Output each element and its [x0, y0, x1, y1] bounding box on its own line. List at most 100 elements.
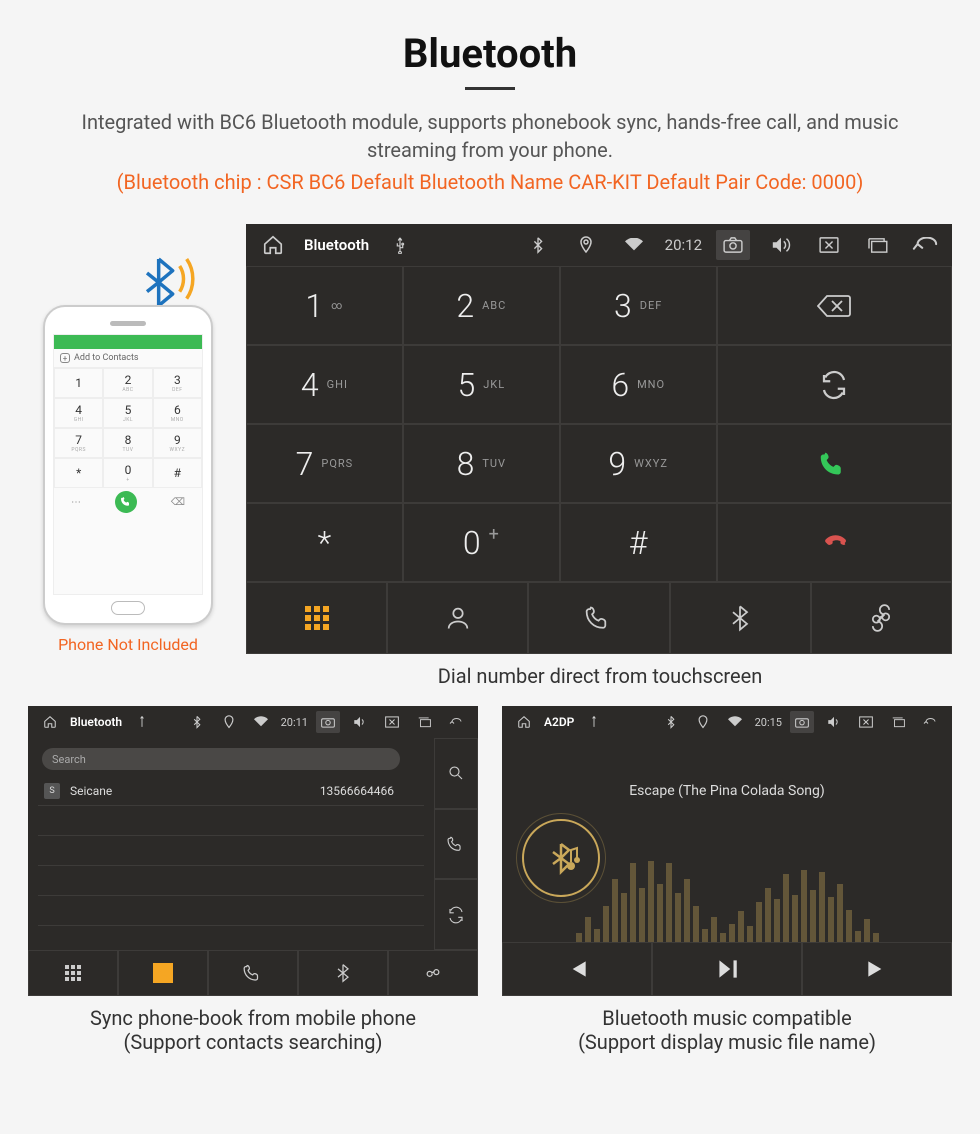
statusbar-title: Bluetooth — [70, 715, 122, 729]
header-description: Integrated with BC6 Bluetooth module, su… — [60, 108, 920, 164]
volume-icon[interactable] — [348, 711, 372, 733]
volume-icon[interactable] — [822, 711, 846, 733]
statusbar-time: 20:15 — [755, 716, 782, 729]
tab-dialpad[interactable] — [28, 950, 118, 996]
back-icon[interactable] — [908, 230, 942, 260]
mini-call-icon — [115, 491, 137, 513]
search-button[interactable] — [434, 738, 478, 809]
mini-key-*: * — [54, 458, 103, 488]
tab-contacts[interactable] — [387, 582, 528, 654]
dial-key-#[interactable]: # — [560, 503, 717, 582]
phone-not-included-note: Phone Not Included — [58, 635, 198, 654]
close-app-icon[interactable] — [812, 230, 846, 260]
contact-row — [38, 896, 424, 926]
bluetooth-status-icon — [521, 230, 555, 260]
tab-call-log[interactable] — [208, 950, 298, 996]
wifi-status-icon — [249, 711, 273, 733]
recent-apps-icon[interactable] — [412, 711, 436, 733]
contact-row[interactable]: S Seicane 13566664466 — [38, 776, 424, 806]
tab-pairing[interactable] — [811, 582, 952, 654]
volume-icon[interactable] — [764, 230, 798, 260]
close-app-icon[interactable] — [854, 711, 878, 733]
hangup-key[interactable] — [717, 503, 952, 582]
mini-key-2: 2ABC — [103, 368, 152, 398]
mini-key-7: 7PQRS — [54, 428, 103, 458]
tab-call-log[interactable] — [528, 582, 669, 654]
screenshot-icon[interactable] — [716, 230, 750, 260]
mini-key-4: 4GHI — [54, 398, 103, 428]
statusbar-time: 20:11 — [281, 716, 308, 729]
statusbar-title: Bluetooth — [304, 236, 369, 254]
contact-row — [38, 836, 424, 866]
dialer-caption: Dial number direct from touchscreen — [220, 664, 980, 688]
dial-key-3[interactable]: 3DEF — [560, 266, 717, 345]
contact-initial-badge: S — [44, 783, 60, 799]
home-icon[interactable] — [38, 711, 62, 733]
mini-key-6: 6MNO — [153, 398, 202, 428]
location-status-icon — [569, 230, 603, 260]
headunit-a2dp: A2DP 20:15 Escape (The Pina Colada Song) — [502, 706, 952, 996]
back-icon[interactable] — [444, 711, 468, 733]
headunit-phonebook: Bluetooth 20:11 Search S Seicane — [28, 706, 478, 996]
mini-key-9: 9WXYZ — [153, 428, 202, 458]
location-status-icon — [217, 711, 241, 733]
album-art-icon — [522, 819, 600, 897]
a2dp-caption: Bluetooth music compatible (Support disp… — [502, 1006, 952, 1054]
close-app-icon[interactable] — [380, 711, 404, 733]
dial-key-0[interactable]: 0+ — [403, 503, 560, 582]
statusbar-time: 20:12 — [665, 236, 702, 254]
tab-dialpad[interactable] — [246, 582, 387, 654]
call-button[interactable] — [434, 809, 478, 880]
home-icon[interactable] — [512, 711, 536, 733]
screenshot-icon[interactable] — [790, 711, 814, 733]
contact-row — [38, 866, 424, 896]
dial-key-*[interactable]: * — [246, 503, 403, 582]
dial-key-5[interactable]: 5JKL — [403, 345, 560, 424]
statusbar-title: A2DP — [544, 715, 574, 729]
bluetooth-status-icon — [185, 711, 209, 733]
mini-key-8: 8TUV — [103, 428, 152, 458]
contact-number: 13566664466 — [320, 784, 394, 798]
backspace-key[interactable] — [717, 266, 952, 345]
mini-key-0: 0+ — [103, 458, 152, 488]
back-icon[interactable] — [918, 711, 942, 733]
phonebook-caption: Sync phone-book from mobile phone (Suppo… — [28, 1006, 478, 1054]
dial-key-1[interactable]: 1∞ — [246, 266, 403, 345]
previous-track-button[interactable] — [502, 942, 652, 996]
sync-button[interactable] — [434, 879, 478, 950]
mini-key-3: 3DEF — [153, 368, 202, 398]
redial-key[interactable] — [717, 345, 952, 424]
usb-icon — [130, 711, 154, 733]
mini-key-#: # — [153, 458, 202, 488]
mini-key-5: 5JKL — [103, 398, 152, 428]
location-status-icon — [691, 711, 715, 733]
page-title: Bluetooth — [60, 30, 920, 77]
tab-contacts[interactable] — [118, 950, 208, 996]
dial-key-4[interactable]: 4GHI — [246, 345, 403, 424]
song-title: Escape (The Pina Colada Song) — [629, 783, 825, 799]
title-underline — [465, 87, 515, 90]
usb-icon — [582, 711, 606, 733]
screenshot-icon[interactable] — [316, 711, 340, 733]
usb-icon — [383, 230, 417, 260]
call-key[interactable] — [717, 424, 952, 503]
header-spec: (Bluetooth chip : CSR BC6 Default Blueto… — [60, 170, 920, 194]
tab-pairing[interactable] — [388, 950, 478, 996]
tab-bluetooth[interactable] — [298, 950, 388, 996]
add-to-contacts-row: + Add to Contacts — [54, 349, 202, 368]
dial-key-7[interactable]: 7PQRS — [246, 424, 403, 503]
recent-apps-icon[interactable] — [886, 711, 910, 733]
home-icon[interactable] — [256, 230, 290, 260]
mini-key-1: 1 — [54, 368, 103, 398]
dial-key-2[interactable]: 2ABC — [403, 266, 560, 345]
tab-bluetooth[interactable] — [670, 582, 811, 654]
dial-key-8[interactable]: 8TUV — [403, 424, 560, 503]
next-track-button[interactable] — [802, 942, 952, 996]
contact-name: Seicane — [70, 784, 112, 798]
dial-key-6[interactable]: 6MNO — [560, 345, 717, 424]
play-pause-button[interactable] — [652, 942, 802, 996]
contacts-search-input[interactable]: Search — [42, 748, 400, 770]
dial-key-9[interactable]: 9WXYZ — [560, 424, 717, 503]
recent-apps-icon[interactable] — [860, 230, 894, 260]
contact-row — [38, 806, 424, 836]
